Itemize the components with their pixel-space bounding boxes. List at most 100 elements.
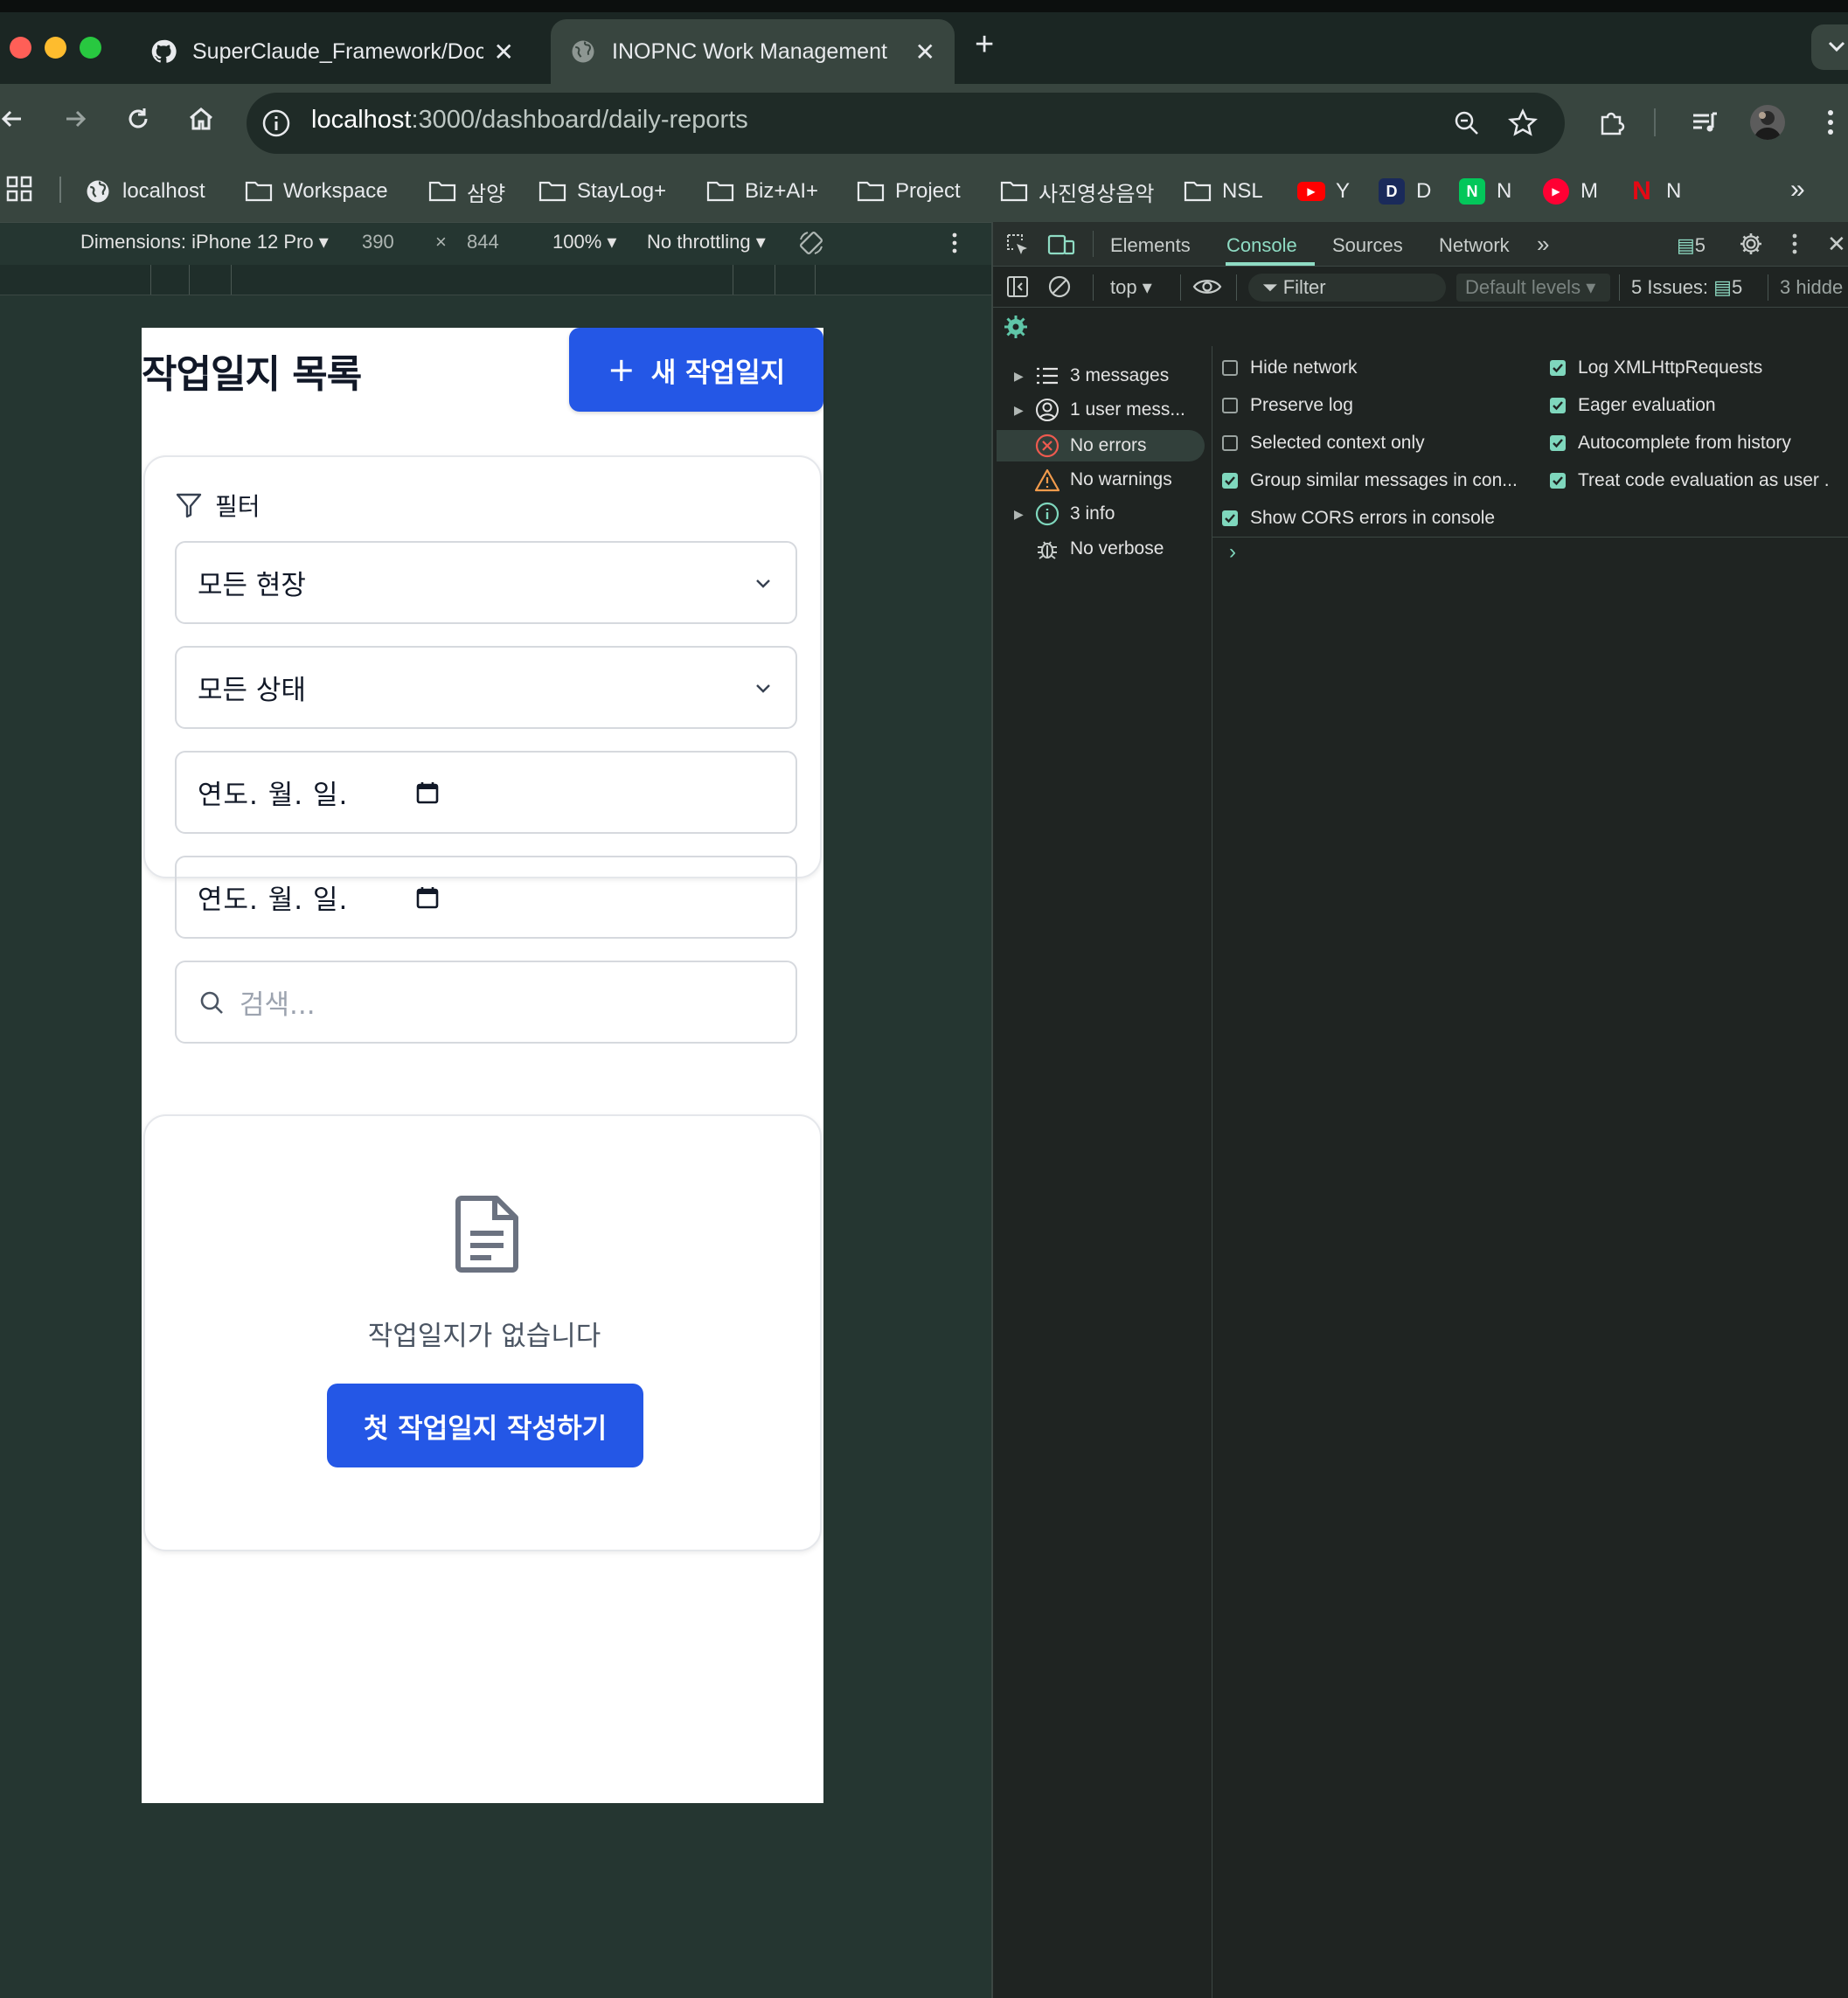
folder-icon [1000, 177, 1028, 205]
checkbox-checked[interactable] [1222, 473, 1238, 489]
date-to-input[interactable]: 연도. 월. 일. [175, 856, 797, 939]
tab-network[interactable]: Network [1439, 234, 1510, 257]
bookmark-star-icon[interactable] [1507, 108, 1539, 139]
bookmark-naver[interactable]: N N [1458, 173, 1511, 210]
issues-badge[interactable]: ▤5 [1677, 234, 1706, 257]
create-first-report-button[interactable]: 첫 작업일지 작성하기 [327, 1384, 643, 1467]
new-report-button[interactable]: + 새 작업일지 [569, 328, 823, 412]
sidebar-toggle-icon[interactable] [1005, 274, 1030, 299]
bookmark-nsl[interactable]: NSL [1184, 173, 1263, 210]
console-prompt[interactable]: › [1229, 540, 1236, 565]
back-arrow-icon[interactable] [0, 103, 30, 135]
forward-arrow-icon[interactable] [59, 103, 91, 135]
device-toggle-icon[interactable] [1047, 232, 1075, 257]
checkbox[interactable] [1222, 398, 1238, 413]
throttling-select[interactable]: No throttling ▾ [647, 231, 766, 253]
context-select[interactable]: top ▾ [1110, 276, 1152, 299]
bookmark-music[interactable]: ▶ M [1542, 173, 1598, 210]
profile-avatar[interactable] [1750, 105, 1785, 140]
tab-console[interactable]: Console [1226, 234, 1297, 257]
option-eager-evaluation[interactable]: Eager evaluation [1550, 391, 1716, 420]
page-title: 작업일지 목록 [142, 352, 362, 397]
console-settings-gear-icon[interactable] [1004, 315, 1028, 339]
more-tabs-icon[interactable]: » [1537, 231, 1549, 258]
bookmark-project[interactable]: Project [857, 173, 961, 210]
date-from-input[interactable]: 연도. 월. 일. [175, 751, 797, 834]
empty-state-card: 작업일지가 없습니다 첫 작업일지 작성하기 [143, 1114, 822, 1551]
new-tab-button[interactable]: + [975, 26, 994, 64]
option-group-similar[interactable]: Group similar messages in con... [1222, 466, 1518, 496]
media-controls-icon[interactable] [1689, 107, 1720, 138]
calendar-icon[interactable] [414, 885, 441, 911]
sidebar-label: 3 info [1070, 503, 1115, 524]
checkbox-checked[interactable] [1222, 510, 1238, 526]
option-selected-context-only[interactable]: Selected context only [1222, 428, 1425, 458]
tab-search-button[interactable] [1811, 24, 1848, 70]
sidebar-item-verbose[interactable]: No verbose [1014, 533, 1164, 565]
extensions-icon[interactable] [1596, 107, 1628, 138]
option-autocomplete-history[interactable]: Autocomplete from history [1550, 428, 1791, 458]
option-hide-network[interactable]: Hide network [1222, 353, 1358, 383]
bookmark-d[interactable]: D D [1378, 173, 1431, 210]
close-tab-icon[interactable]: ✕ [494, 38, 514, 66]
sidebar-item-user-messages[interactable]: ▶ 1 user mess... [1014, 394, 1185, 426]
sidebar-item-warnings[interactable]: No warnings [1014, 464, 1172, 496]
rotate-icon[interactable] [797, 229, 825, 257]
bookmark-photo-video-music[interactable]: 사진영상음악 [1000, 173, 1154, 210]
eye-icon[interactable] [1192, 274, 1222, 299]
bookmark-samyang[interactable]: 삼양 [428, 173, 505, 210]
site-info-icon[interactable] [261, 108, 292, 139]
device-width-input[interactable]: 390 [362, 231, 394, 253]
site-select[interactable]: 모든 현장 [175, 541, 797, 624]
home-icon[interactable] [185, 103, 217, 135]
checkbox-checked[interactable] [1550, 435, 1566, 451]
bookmark-staylog[interactable]: StayLog+ [538, 173, 666, 210]
more-bookmarks-icon[interactable]: » [1790, 175, 1805, 205]
minimize-window-button[interactable] [45, 37, 66, 59]
checkbox-checked[interactable] [1550, 473, 1566, 489]
clear-console-icon[interactable] [1047, 274, 1072, 299]
active-tab-indicator [1226, 262, 1315, 266]
inspect-element-icon[interactable] [1005, 232, 1030, 257]
device-select[interactable]: Dimensions: iPhone 12 Pro ▾ [80, 231, 329, 253]
tab-sources[interactable]: Sources [1332, 234, 1403, 257]
device-height-input[interactable]: 844 [467, 231, 499, 253]
device-more-icon[interactable] [949, 231, 960, 255]
zoom-icon[interactable] [1451, 108, 1483, 139]
bookmark-label: Project [895, 179, 961, 203]
option-treat-code-as-user[interactable]: Treat code evaluation as user . [1550, 466, 1848, 496]
checkbox-checked[interactable] [1550, 398, 1566, 413]
reload-icon[interactable] [122, 103, 154, 135]
option-show-cors-errors[interactable]: Show CORS errors in console [1222, 503, 1495, 533]
maximize-window-button[interactable] [80, 37, 101, 59]
checkbox-checked[interactable] [1550, 360, 1566, 376]
option-preserve-log[interactable]: Preserve log [1222, 391, 1353, 420]
tab-elements[interactable]: Elements [1110, 234, 1191, 257]
close-tab-icon[interactable]: ✕ [915, 38, 935, 66]
issues-count[interactable]: 5 Issues: ▤5 [1631, 276, 1742, 299]
tab-inopnc[interactable]: INOPNC Work Management ✕ [551, 19, 955, 84]
bookmark-youtube[interactable]: ▶ Y [1297, 173, 1350, 210]
apps-grid-icon[interactable] [5, 175, 33, 203]
bookmark-localhost[interactable]: localhost [84, 173, 205, 210]
settings-gear-icon[interactable] [1738, 231, 1764, 257]
close-devtools-icon[interactable]: ✕ [1827, 231, 1846, 258]
option-log-xhr[interactable]: Log XMLHttpRequests [1550, 353, 1762, 383]
checkbox[interactable] [1222, 435, 1238, 451]
kebab-menu-icon[interactable] [1822, 105, 1839, 140]
bookmark-netflix[interactable]: N N [1628, 173, 1681, 210]
calendar-icon[interactable] [414, 780, 441, 806]
close-window-button[interactable] [10, 37, 31, 59]
bookmark-bizai[interactable]: Biz+AI+ [706, 173, 818, 210]
checkbox[interactable] [1222, 360, 1238, 376]
sidebar-item-info[interactable]: ▶ 3 info [1014, 498, 1115, 530]
tab-github[interactable]: SuperClaude_Framework/Doc ✕ [131, 19, 533, 84]
sidebar-item-errors[interactable]: No errors [1014, 430, 1147, 461]
bookmark-workspace[interactable]: Workspace [245, 173, 388, 210]
url-text[interactable]: localhost:3000/dashboard/daily-reports [311, 106, 748, 135]
devtools-menu-icon[interactable] [1790, 232, 1799, 255]
status-select[interactable]: 모든 상태 [175, 646, 797, 729]
zoom-select[interactable]: 100% ▾ [552, 231, 616, 253]
search-input[interactable]: 검색... [175, 961, 797, 1044]
sidebar-item-messages[interactable]: ▶ 3 messages [1014, 360, 1169, 392]
